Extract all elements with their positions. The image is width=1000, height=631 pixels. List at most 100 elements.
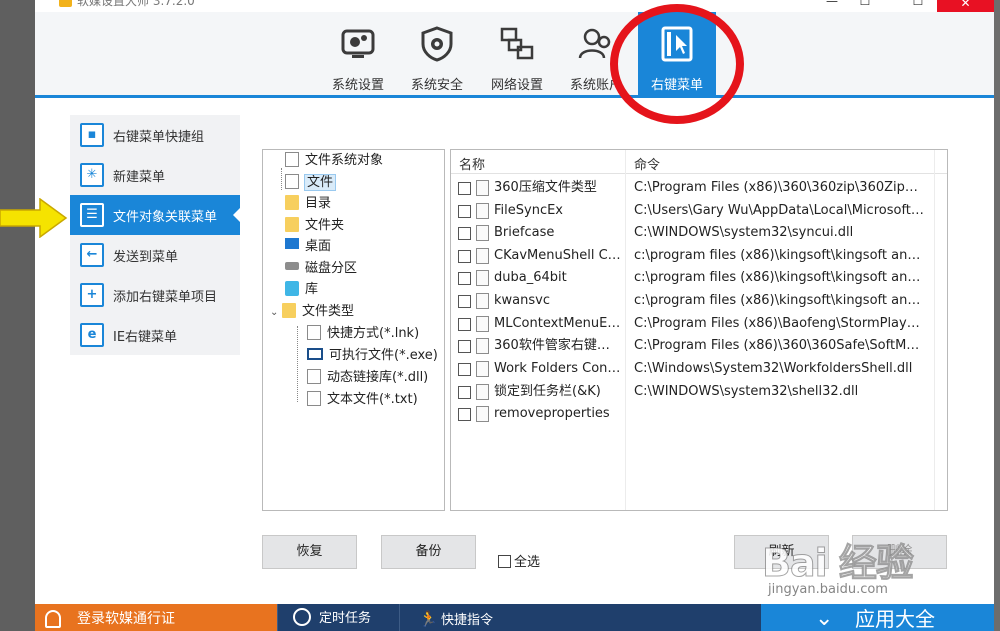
sidebar-item-quick-group[interactable]: ▪ 右键菜单快捷组 — [70, 115, 240, 155]
app-logo-icon — [59, 0, 72, 7]
row-checkbox[interactable] — [458, 408, 471, 421]
file-icon — [476, 270, 489, 286]
row-checkbox[interactable] — [458, 272, 471, 285]
backup-button[interactable]: 备份 — [381, 535, 476, 569]
tree-node[interactable]: 可执行文件(*.exe) — [307, 346, 438, 366]
restore-button[interactable]: 恢复 — [262, 535, 357, 569]
table-row[interactable]: MLContextMenuEx... C:\Program Files (x86… — [451, 313, 947, 335]
row-name: Work Folders Cont... — [494, 361, 622, 376]
document-icon — [285, 174, 299, 189]
tree-node[interactable]: 桌面 — [285, 237, 331, 257]
row-name: 锁定到任务栏(&K) — [494, 384, 601, 399]
app-center-button[interactable]: ⌄ 应用大全 — [761, 604, 994, 631]
login-link[interactable]: 登录软媒通行证 — [35, 604, 277, 631]
row-command: c:\program files (x86)\kingsoft\kingsoft… — [634, 248, 924, 263]
delete-button[interactable]: 删除 — [852, 535, 947, 569]
chevron-down-icon[interactable]: ⌄ — [270, 303, 282, 323]
clock-icon — [293, 607, 311, 626]
tree-node[interactable]: 快捷方式(*.lnk) — [307, 324, 419, 344]
select-all-checkbox[interactable]: 全选 — [498, 555, 540, 571]
window-icon — [307, 347, 323, 360]
sidebar-item-send-to-menu[interactable]: ← 发送到菜单 — [70, 235, 240, 275]
table-row[interactable]: removeproperties — [451, 403, 947, 425]
file-object-tree[interactable]: 文件系统对象 文件 目录 文件夹 桌面 磁盘分区 库 ⌄ 文件类型 快捷方式(*.… — [262, 149, 445, 511]
context-menu-list[interactable]: 名称 命令 360压缩文件类型 C:\Program Files (x86)\3… — [450, 149, 948, 511]
sidebar-item-file-object-menu[interactable]: ☰ 文件对象关联菜单 — [70, 195, 240, 235]
row-checkbox[interactable] — [458, 227, 471, 240]
table-row[interactable]: 360压缩文件类型 C:\Program Files (x86)\360\360… — [451, 177, 947, 199]
status-bar: 登录软媒通行证 定时任务 🏃 快捷指令 ⌄ 应用大全 — [35, 604, 994, 631]
table-row[interactable]: kwansvc c:\program files (x86)\kingsoft\… — [451, 290, 947, 312]
table-row[interactable]: 锁定到任务栏(&K) C:\WINDOWS\system32\shell32.d… — [451, 381, 947, 403]
highlight-ring-annotation — [610, 4, 744, 124]
tab-network-settings[interactable]: 网络设置 — [478, 12, 556, 98]
row-name: CKavMenuShell Cl... — [494, 248, 622, 263]
document-icon — [285, 152, 299, 167]
file-icon — [476, 361, 489, 377]
tree-node[interactable]: 磁盘分区 — [285, 259, 357, 279]
sidebar-item-new-menu[interactable]: ✳ 新建菜单 — [70, 155, 240, 195]
refresh-button[interactable]: 刷新 — [734, 535, 829, 569]
bookmark-icon: ▪ — [80, 123, 104, 147]
tree-node[interactable]: 文件系统对象 — [285, 151, 383, 171]
scheduled-tasks-link[interactable]: 定时任务 — [293, 604, 371, 631]
tree-node[interactable]: 目录 — [285, 194, 331, 214]
tree-node[interactable]: 文件夹 — [285, 216, 344, 236]
row-checkbox[interactable] — [458, 205, 471, 218]
desktop-icon — [285, 238, 299, 249]
row-command: C:\Program Files (x86)\Baofeng\StormPlay… — [634, 316, 924, 331]
row-checkbox[interactable] — [458, 182, 471, 195]
tree-node-selected[interactable]: 文件 — [285, 173, 337, 193]
tab-system-security[interactable]: 系统安全 — [398, 12, 476, 98]
sidebar-item-add-menu-item[interactable]: + 添加右键菜单项目 — [70, 275, 240, 315]
file-icon — [476, 225, 489, 241]
new-menu-icon: ✳ — [80, 163, 104, 187]
divider — [277, 604, 278, 631]
checkbox-box[interactable] — [498, 555, 511, 568]
table-row[interactable]: CKavMenuShell Cl... c:\program files (x8… — [451, 245, 947, 267]
table-row[interactable]: FileSyncEx C:\Users\Gary Wu\AppData\Loca… — [451, 200, 947, 222]
row-checkbox[interactable] — [458, 318, 471, 331]
row-checkbox[interactable] — [458, 250, 471, 263]
sidebar-item-ie-menu[interactable]: e IE右键菜单 — [70, 315, 240, 355]
column-header-name[interactable]: 名称 — [459, 154, 485, 173]
tab-label: 网络设置 — [490, 78, 543, 93]
row-checkbox[interactable] — [458, 295, 471, 308]
sidebar-nav: ▪ 右键菜单快捷组 ✳ 新建菜单 ☰ 文件对象关联菜单 ← 发送到菜单 + 添加… — [70, 115, 240, 355]
table-row[interactable]: duba_64bit c:\program files (x86)\kingso… — [451, 267, 947, 289]
ie-icon: e — [80, 323, 104, 347]
row-name: removeproperties — [494, 406, 610, 421]
tab-system-settings[interactable]: 系统设置 — [319, 12, 397, 98]
arrow-annotation-icon — [0, 198, 68, 238]
row-checkbox[interactable] — [458, 340, 471, 353]
table-row[interactable]: Briefcase C:\WINDOWS\system32\syncui.dll — [451, 222, 947, 244]
sidebar-item-label: 新建菜单 — [113, 170, 166, 185]
scheduled-label: 定时任务 — [319, 611, 372, 626]
restore-window-icon[interactable]: ☐ — [910, 0, 926, 7]
tree-node[interactable]: 文本文件(*.txt) — [307, 390, 418, 410]
row-checkbox[interactable] — [458, 363, 471, 376]
maximize-button[interactable]: ☐ — [857, 0, 873, 7]
quick-commands-link[interactable]: 🏃 快捷指令 — [419, 604, 493, 631]
folder-icon — [282, 303, 296, 318]
tree-guide — [297, 326, 298, 402]
file-icon — [476, 203, 489, 219]
tab-label: 系统安全 — [410, 78, 463, 93]
column-header-command[interactable]: 命令 — [634, 154, 660, 173]
active-notch — [233, 208, 240, 222]
tree-node[interactable]: 动态链接库(*.dll) — [307, 368, 428, 388]
row-checkbox[interactable] — [458, 386, 471, 399]
close-button[interactable]: ✕ — [937, 0, 994, 12]
divider — [399, 604, 400, 631]
row-command: C:\Program Files (x86)\360\360Safe\SoftM… — [634, 338, 924, 353]
table-row[interactable]: 360软件管家右键卸... C:\Program Files (x86)\360… — [451, 335, 947, 357]
sidebar-item-label: 右键菜单快捷组 — [113, 130, 205, 145]
row-command: c:\program files (x86)\kingsoft\kingsoft… — [634, 270, 924, 285]
tree-node-expanded[interactable]: ⌄ 文件类型 — [270, 302, 354, 322]
row-name: duba_64bit — [494, 270, 567, 285]
minimize-button[interactable]: — — [824, 0, 840, 7]
table-row[interactable]: Work Folders Cont... C:\Windows\System32… — [451, 358, 947, 380]
row-command: C:\Program Files (x86)\360\360zip\360Zip… — [634, 180, 924, 195]
tree-node[interactable]: 库 — [285, 280, 318, 300]
sidebar-item-label: 发送到菜单 — [113, 250, 179, 265]
